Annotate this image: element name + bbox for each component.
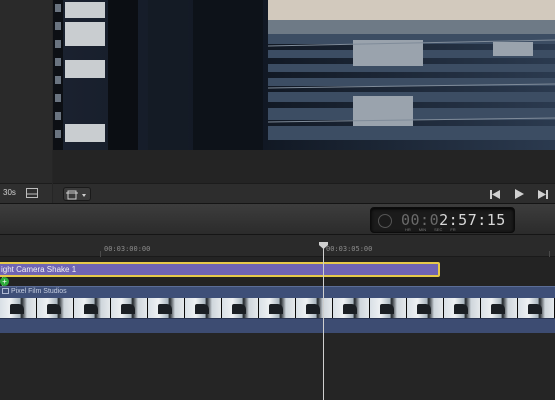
record-icon bbox=[378, 214, 392, 228]
filmstrip-frame bbox=[481, 298, 518, 318]
filmstrip-frame bbox=[111, 298, 148, 318]
skip-forward-button[interactable] bbox=[531, 186, 555, 202]
add-connection-icon[interactable]: + bbox=[0, 277, 9, 286]
filmstrip-frame bbox=[185, 298, 222, 318]
clip-duration-label[interactable]: 30s bbox=[3, 188, 16, 197]
viewer-background bbox=[53, 150, 555, 183]
viewer[interactable] bbox=[53, 0, 555, 150]
timeline[interactable]: 00:03:00:00 00:03:05:00 ight Camera Shak… bbox=[0, 235, 555, 400]
skip-back-icon bbox=[490, 189, 500, 199]
filmstrip-view-icon[interactable] bbox=[26, 188, 38, 198]
filmstrip-frame bbox=[296, 298, 333, 318]
timecode-unit: SEC bbox=[434, 227, 443, 232]
play-icon bbox=[514, 189, 524, 199]
title-clip-label: ight Camera Shake 1 bbox=[1, 265, 77, 274]
timecode-unit: FR bbox=[450, 227, 456, 232]
film-icon bbox=[2, 288, 9, 294]
dashboard: 00:02:57:15 HR MIN SEC FR bbox=[0, 203, 555, 235]
filmstrip-frame bbox=[407, 298, 444, 318]
ruler-timecode: 00:03:05:00 bbox=[326, 245, 373, 253]
skip-back-button[interactable] bbox=[483, 186, 507, 202]
clip-filmstrip bbox=[0, 298, 555, 318]
transport-controls bbox=[483, 186, 555, 202]
play-button[interactable] bbox=[507, 186, 531, 202]
ruler-tick bbox=[549, 251, 550, 257]
browser-toolbar: 30s bbox=[0, 183, 52, 203]
video-frame bbox=[53, 0, 555, 150]
filmstrip-frame bbox=[37, 298, 74, 318]
filmstrip-frame bbox=[222, 298, 259, 318]
filmstrip-frame bbox=[444, 298, 481, 318]
timecode-display[interactable]: 00:02:57:15 HR MIN SEC FR bbox=[370, 207, 515, 233]
timecode-unit: MIN bbox=[418, 227, 427, 232]
filmstrip-frame bbox=[148, 298, 185, 318]
final-cut-pro-window: 30s 00:02:57:15 HR MIN SEC FR 00:03:00:0… bbox=[0, 0, 555, 400]
transform-menu-button[interactable] bbox=[63, 187, 91, 201]
viewer-toolbar bbox=[53, 183, 555, 203]
timecode-units: HR MIN SEC FR bbox=[405, 227, 456, 232]
timecode-unit: HR bbox=[405, 227, 411, 232]
filmstrip-frame bbox=[370, 298, 407, 318]
timeline-empty-area[interactable] bbox=[0, 333, 555, 400]
filmstrip-frame bbox=[333, 298, 370, 318]
title-clip[interactable]: ight Camera Shake 1 bbox=[0, 262, 440, 277]
filmstrip-frame bbox=[0, 298, 37, 318]
filmstrip-frame bbox=[74, 298, 111, 318]
ruler-tick bbox=[100, 251, 101, 257]
filmstrip-frame bbox=[259, 298, 296, 318]
event-browser[interactable] bbox=[0, 0, 52, 183]
browser-thumbnail bbox=[0, 0, 52, 183]
timeline-ruler[interactable]: 00:03:00:00 00:03:05:00 bbox=[0, 235, 555, 257]
video-clip[interactable]: Pixel Film Studios bbox=[0, 286, 555, 333]
video-clip-name: Pixel Film Studios bbox=[11, 288, 67, 295]
transform-icon bbox=[66, 190, 86, 200]
clip-audio-band bbox=[0, 318, 555, 333]
video-clip-label: Pixel Film Studios bbox=[2, 288, 67, 295]
skip-forward-icon bbox=[538, 189, 548, 199]
filmstrip-frame bbox=[518, 298, 555, 318]
ruler-timecode: 00:03:00:00 bbox=[104, 245, 151, 253]
playhead[interactable] bbox=[323, 243, 324, 400]
